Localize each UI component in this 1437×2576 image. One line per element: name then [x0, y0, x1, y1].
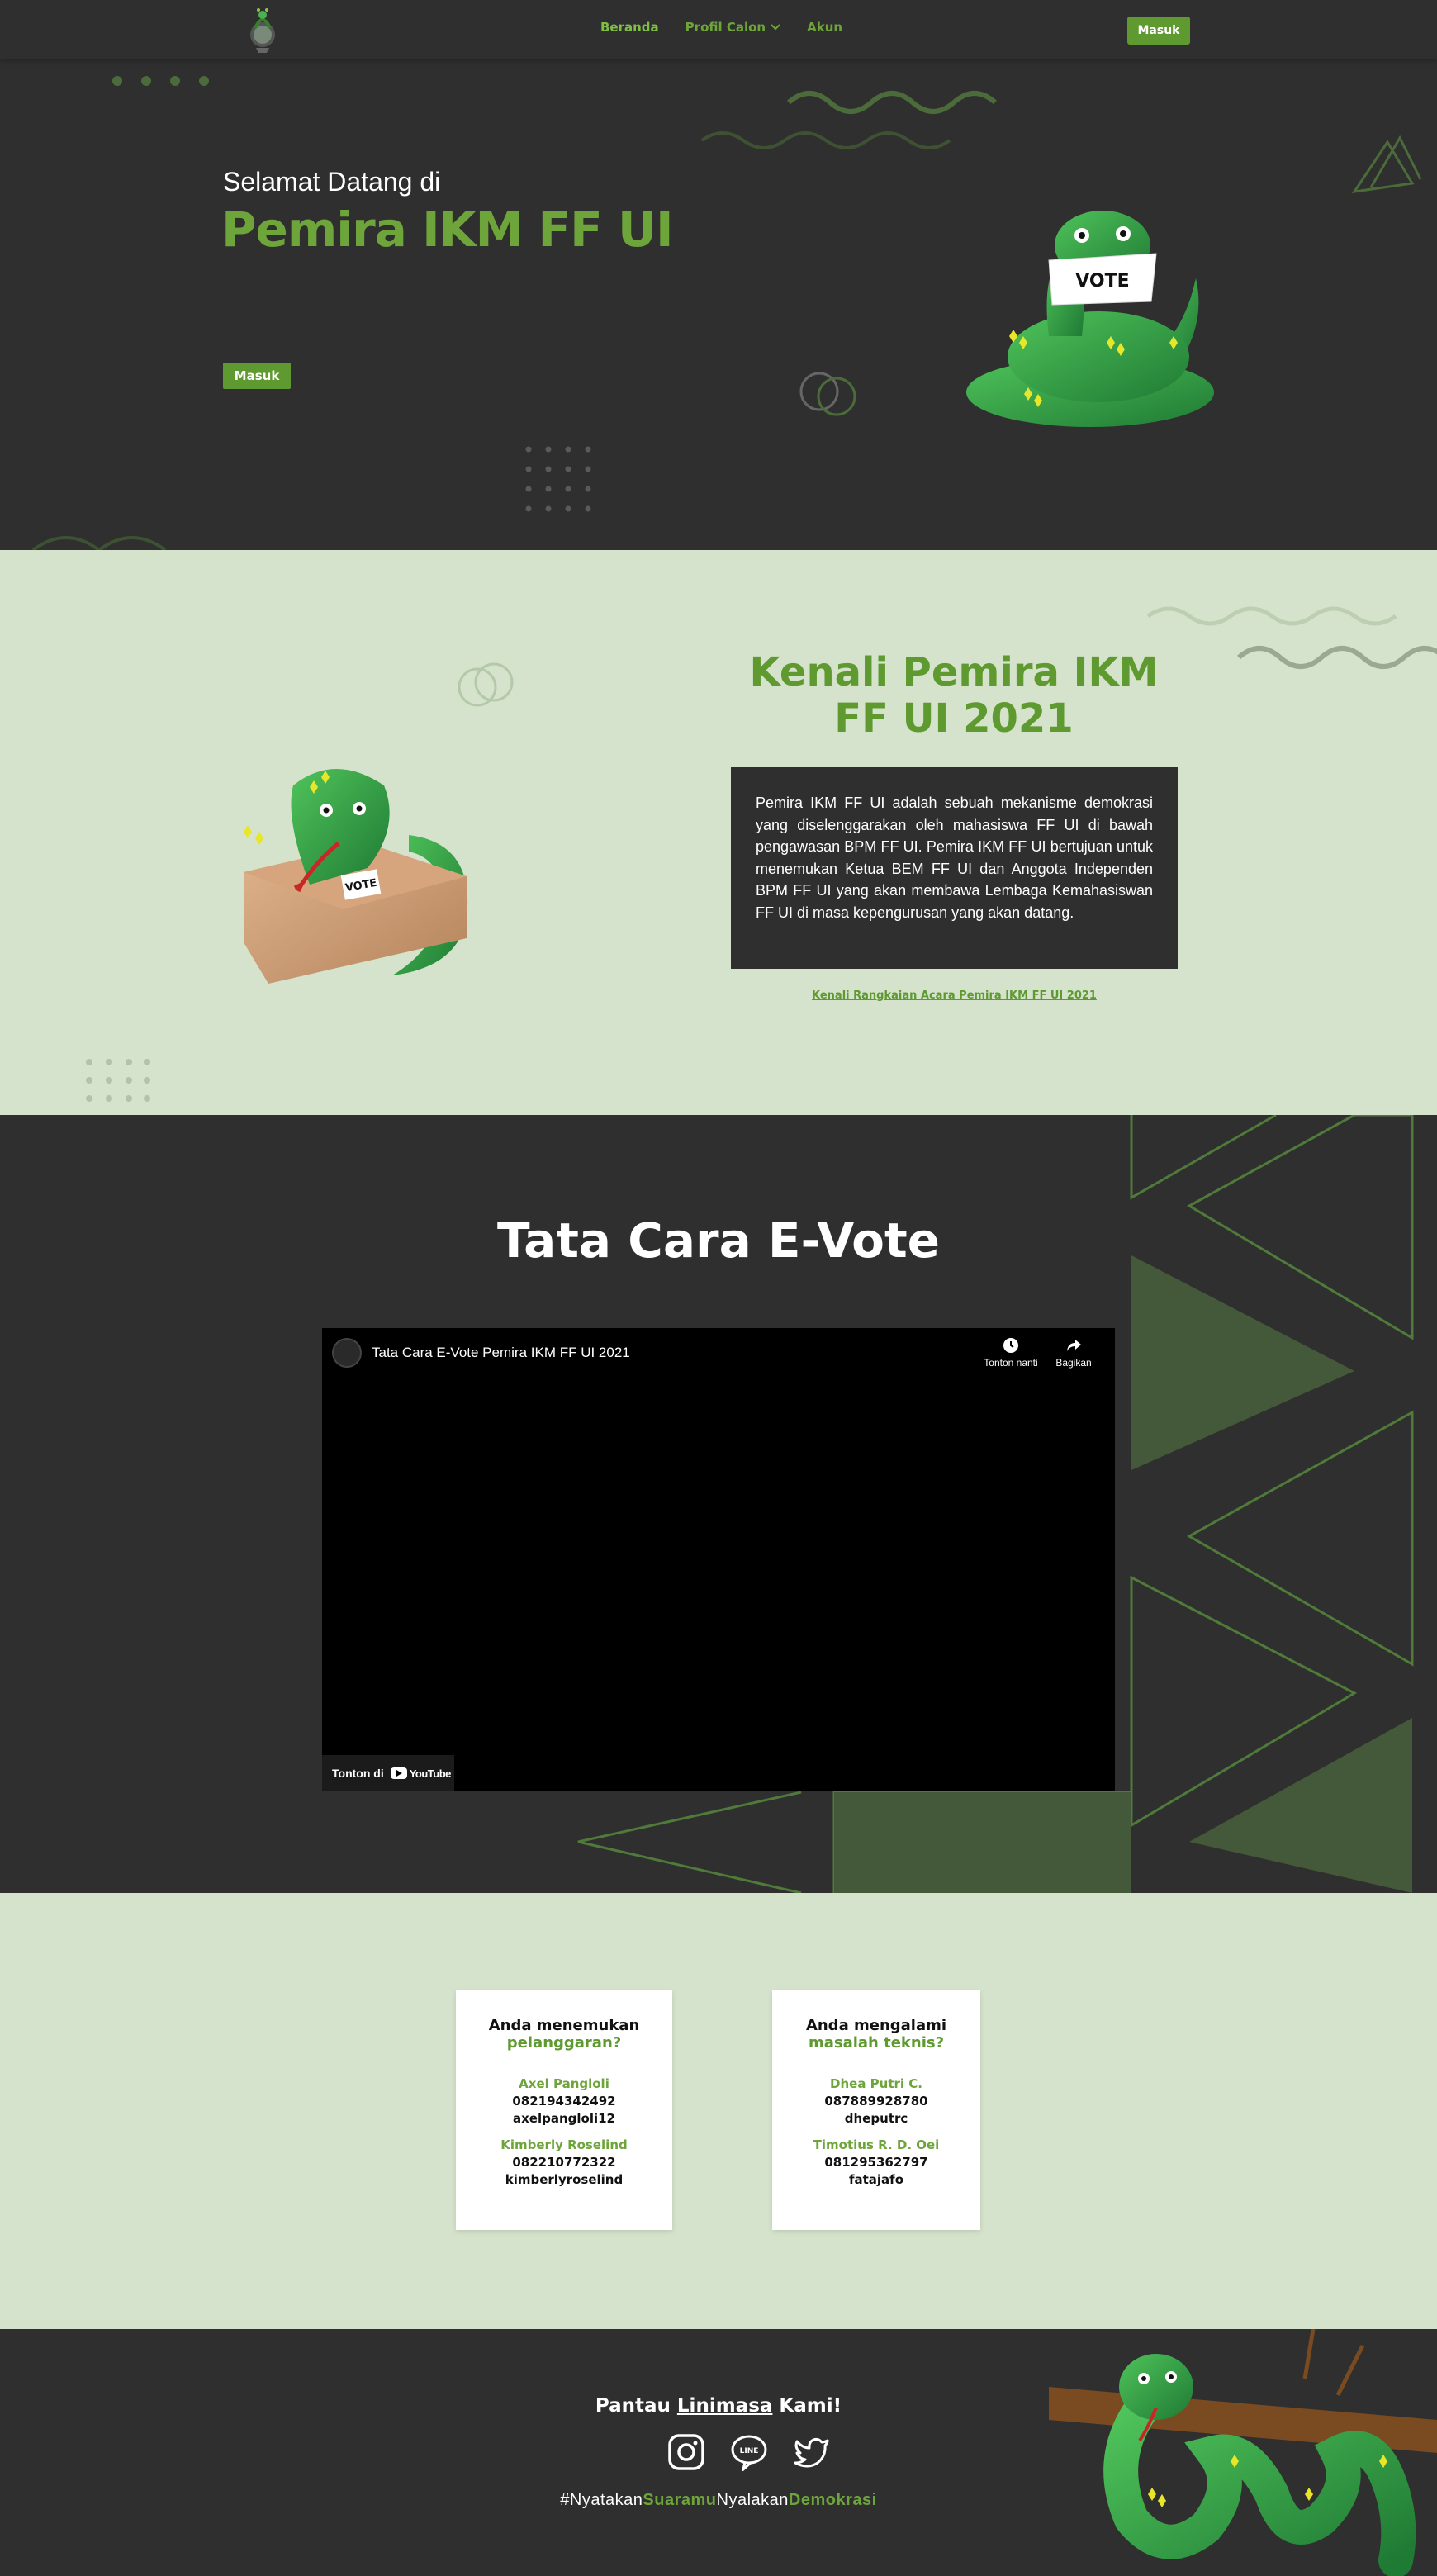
share-label: Bagikan	[1055, 1357, 1092, 1369]
contact-line-id: axelpangloli12	[513, 2111, 615, 2126]
navbar: Beranda Profil Calon Akun Masuk	[0, 0, 1437, 59]
share-button[interactable]: Bagikan	[1041, 1336, 1107, 1369]
pemira-logo[interactable]	[244, 3, 282, 56]
contact-line-id: fatajafo	[848, 2172, 904, 2187]
contact-name: Timotius R. D. Oei	[813, 2137, 940, 2152]
hashtag-part-highlight: Demokrasi	[788, 2491, 877, 2509]
tata-cara-section: Tata Cara E-Vote Tata Cara E-Vote Pemira…	[0, 1115, 1437, 1893]
footer-title: Pantau Linimasa Kami!	[0, 2395, 1437, 2417]
hashtag-part: Nyalakan	[716, 2491, 789, 2509]
footer: Pantau Linimasa Kami! LINE #NyatakanSuar…	[0, 2329, 1437, 2576]
event-schedule-link[interactable]: Kenali Rangkaian Acara Pemira IKM FF UI …	[731, 989, 1178, 1002]
line-icon-label: LINE	[740, 2447, 759, 2455]
contact-phone: 082194342492	[512, 2094, 616, 2109]
hashtag-part: #Nyatakan	[560, 2491, 643, 2509]
twitter-icon[interactable]	[793, 2433, 831, 2471]
tata-cara-title: Tata Cara E-Vote	[496, 1212, 941, 1269]
footer-hashtags: #NyatakanSuaramuNyalakanDemokrasi	[0, 2491, 1437, 2510]
watch-on-youtube-button[interactable]: Tonton di YouTube	[322, 1755, 454, 1791]
technical-contact-card: Anda mengalami masalah teknis? Dhea Putr…	[772, 1990, 980, 2230]
about-title: Kenali Pemira IKM FF UI 2021	[749, 649, 1159, 742]
nav-akun[interactable]: Akun	[807, 20, 842, 35]
youtube-play-icon	[390, 1767, 407, 1779]
watch-on-label: Tonton di	[332, 1767, 384, 1780]
hero-welcome-text: Selamat Datang di	[223, 167, 441, 197]
card-question-line1: Anda mengalami	[805, 2017, 947, 2034]
contact-name: Dhea Putri C.	[830, 2076, 922, 2091]
about-decorations	[86, 606, 1437, 1102]
youtube-wordmark: YouTube	[409, 1767, 452, 1780]
contact-phone: 087889928780	[824, 2094, 928, 2109]
social-links: LINE	[667, 2433, 831, 2471]
clock-icon	[1003, 1338, 1018, 1353]
contact-name: Axel Pangloli	[519, 2076, 609, 2091]
contact-line-id: dheputrc	[844, 2111, 908, 2126]
watch-later-button[interactable]: Tonton nanti	[978, 1336, 1044, 1369]
card-question-line2: masalah teknis?	[808, 2034, 945, 2052]
nav-profil-calon-label: Profil Calon	[685, 20, 766, 35]
hero-title: Pemira IKM FF UI	[221, 202, 674, 258]
watch-later-label: Tonton nanti	[984, 1357, 1038, 1369]
card-question-line2: pelanggaran?	[506, 2034, 622, 2052]
hashtag-part-highlight: Suaramu	[643, 2491, 717, 2509]
snake-vote-illustration: VOTE	[966, 211, 1214, 427]
footer-title-post: Kami!	[772, 2395, 842, 2417]
hero-section: Selamat Datang di Pemira IKM FF UI Masuk…	[0, 59, 1437, 550]
contact-section: Anda menemukan pelanggaran? Axel Panglol…	[0, 1893, 1437, 2329]
youtube-logo: YouTube	[390, 1767, 452, 1780]
video-title[interactable]: Tata Cara E-Vote Pemira IKM FF UI 2021	[372, 1345, 630, 1361]
about-description: Pemira IKM FF UI adalah sebuah mekanisme…	[731, 767, 1178, 969]
nav-profil-calon[interactable]: Profil Calon	[685, 20, 780, 35]
vote-sign-text: VOTE	[1075, 271, 1129, 292]
share-icon	[1067, 1340, 1081, 1351]
about-section: VOTE Kenali Pemira IKM FF UI 2021 Pemira…	[0, 550, 1437, 1115]
youtube-video-player[interactable]: Tata Cara E-Vote Pemira IKM FF UI 2021 T…	[322, 1328, 1115, 1791]
nav-menu: Beranda Profil Calon Akun	[600, 20, 842, 35]
snake-branch-illustration	[1049, 2329, 1437, 2576]
contact-phone: 082210772322	[512, 2155, 616, 2170]
line-icon[interactable]: LINE	[730, 2433, 768, 2471]
violation-contact-card: Anda menemukan pelanggaran? Axel Panglol…	[456, 1990, 672, 2230]
footer-title-pre: Pantau	[595, 2395, 677, 2417]
instagram-icon[interactable]	[667, 2433, 705, 2471]
contact-phone: 081295362797	[824, 2155, 928, 2170]
hero-login-button[interactable]: Masuk	[223, 363, 291, 389]
nav-beranda[interactable]: Beranda	[600, 20, 659, 35]
snake-ballot-box-illustration: VOTE	[244, 769, 468, 984]
contact-line-id: kimberlyroselind	[505, 2172, 624, 2187]
chevron-down-icon	[771, 24, 780, 31]
card-question-line1: Anda menemukan	[488, 2017, 640, 2034]
channel-avatar[interactable]	[332, 1338, 362, 1368]
footer-title-underlined: Linimasa	[676, 2395, 773, 2417]
nav-login-button[interactable]: Masuk	[1127, 17, 1190, 45]
contact-name: Kimberly Roselind	[500, 2137, 628, 2152]
